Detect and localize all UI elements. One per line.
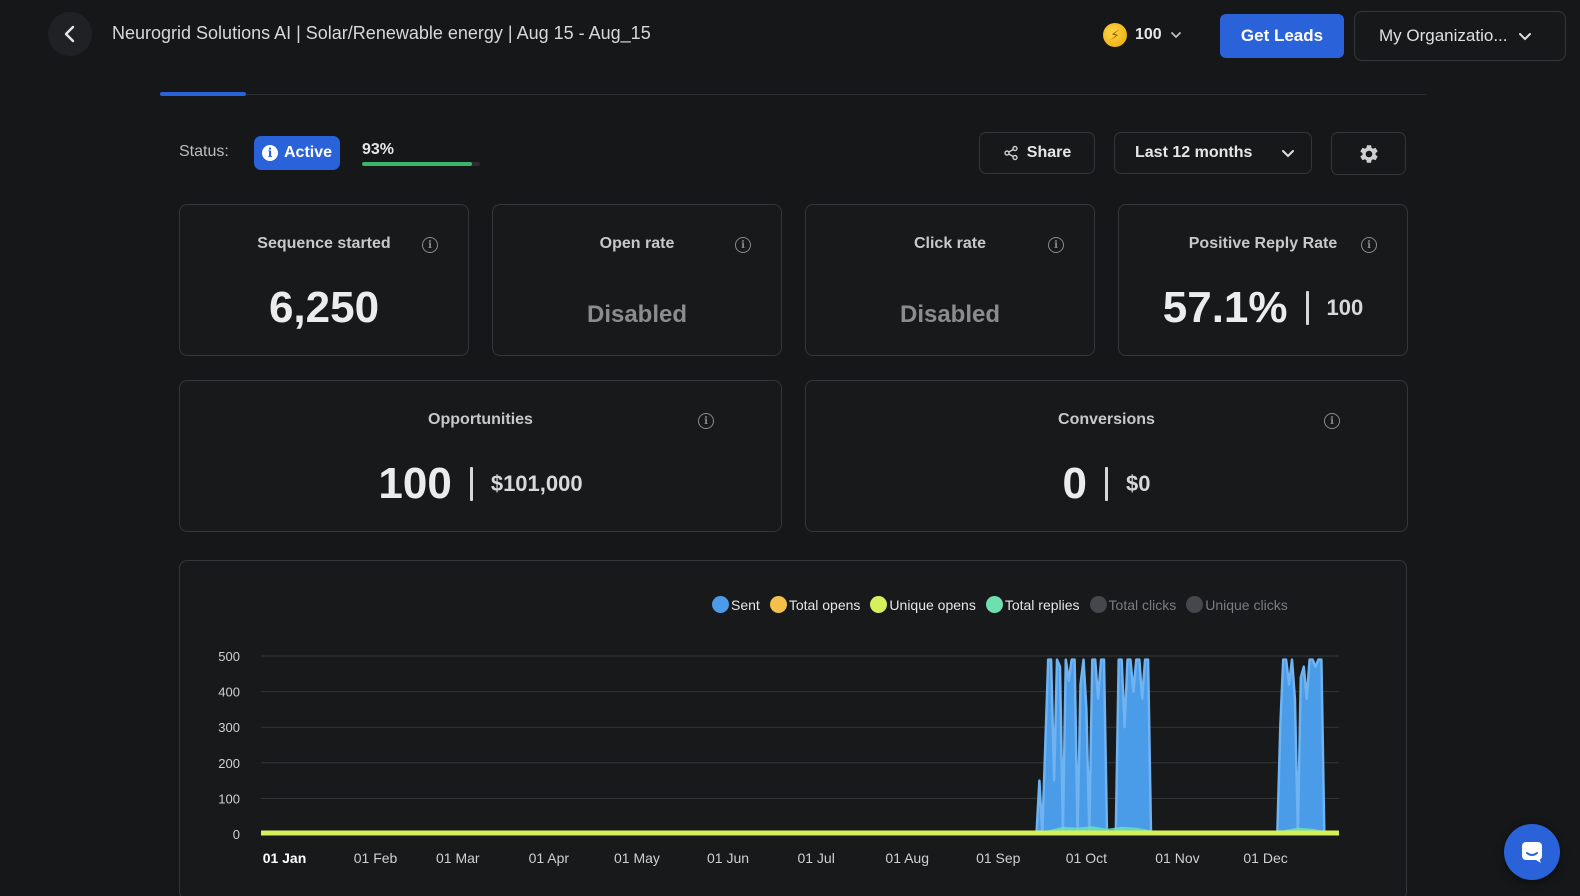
y-tick-label: 100 [218, 791, 240, 806]
x-tick-label: 01 Jun [707, 850, 749, 866]
x-tick-label: 01 Oct [1066, 850, 1107, 866]
x-tick-label: 01 May [614, 850, 660, 866]
y-tick-label: 300 [218, 720, 240, 735]
x-tick-label: 01 Aug [885, 850, 929, 866]
x-tick-label: 01 Dec [1243, 850, 1287, 866]
chat-support-button[interactable] [1504, 824, 1560, 880]
x-tick-label: 01 Sep [976, 850, 1021, 866]
series-sent-area [1035, 658, 1326, 836]
y-tick-label: 0 [233, 827, 240, 842]
x-tick-label: 01 Nov [1155, 850, 1199, 866]
x-tick-label: 01 Jul [797, 850, 834, 866]
x-tick-label: 01 Mar [436, 850, 480, 866]
x-tick-label: 01 Apr [529, 850, 570, 866]
chat-icon [1522, 842, 1542, 863]
y-tick-label: 200 [218, 756, 240, 771]
activity-chart: 0 100 200 300 400 500 01 Jan 01 Feb 01 Mar 01 Apr… [218, 649, 1339, 866]
x-tick-label: 01 Jan [263, 850, 307, 866]
x-tick-label: 01 Feb [354, 850, 398, 866]
y-tick-label: 400 [218, 685, 240, 700]
y-tick-label: 500 [218, 649, 240, 664]
